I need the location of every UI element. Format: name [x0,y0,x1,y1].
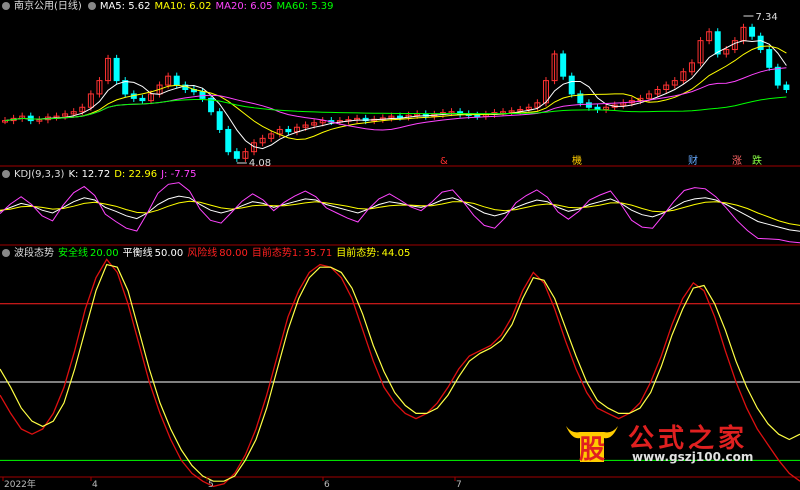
candle-body [233,151,240,159]
candle-body [783,84,790,90]
event-marker: 機 [572,154,582,167]
chart-canvas: 7.34 4.08 & 機 财 涨跌 2022年 4 5 6 7 [0,12,800,490]
risk-label: 风险线 [187,248,218,259]
kdj-title: KDJ(9,3,3) [14,169,65,180]
watermark-logo: 股 公式之家 www.gszj100.com [562,418,792,468]
ma5-line [4,40,787,150]
x-tick-label: 4 [92,480,98,490]
candle-body [568,75,575,95]
kdj-d-label: D: 22.96 [114,169,158,180]
candle-body [474,114,481,118]
candle-body [113,57,120,82]
ma5-label: MA5: 5.62 [99,1,151,12]
ma10-line [4,45,787,141]
candle-body [225,128,232,153]
kdj-k-line [0,195,800,232]
event-marker: & [440,156,448,167]
main-header: 南京公用(日线) MA5: 5.62 MA10: 6.02 MA20: 6.05 MA6… [0,0,338,14]
state1-value: 35.71 [303,248,333,259]
watermark-glyph: 股 [579,435,605,465]
wave-header: 波段态势 安全线 20.00 平衡线 50.00 风险线 80.00 目前态势1: 35.71 目… [0,247,414,261]
candle-body [216,111,223,130]
ma10-label: MA10: 6.02 [154,1,212,12]
safe-label: 安全线 [58,248,88,259]
kdj-j-label: J: -7.75 [161,169,197,180]
balance-label: 平衡线 [122,248,153,259]
candle-body [714,31,721,55]
ma60-line [4,96,787,122]
candle-body [285,128,292,133]
low-price-label: 4.08 [249,158,271,169]
x-tick-label: 6 [324,480,330,490]
x-tick-label: 2022年 [4,478,36,490]
event-marker: 涨 [732,155,742,167]
state-label: 目前态势: [336,248,380,259]
main-title: 南京公用(日线) [14,1,82,12]
x-tick-label: 7 [456,480,462,490]
wave-settings-icon[interactable] [2,249,10,257]
panel-settings-icon[interactable] [87,2,96,10]
candle-body [594,106,601,110]
watermark-url: www.gszj100.com [632,450,754,464]
candle-body [397,115,403,119]
safe-value: 20.00 [90,248,119,259]
risk-value: 80.00 [219,248,248,259]
event-marker: 跌 [752,154,762,167]
candle-body [560,53,567,77]
state-value: 44.05 [381,248,411,259]
balance-value: 50.00 [154,248,184,259]
candle-body [774,66,781,86]
panel-menu-icon[interactable] [2,2,10,10]
wave-title: 波段态势 [14,248,54,259]
ma60-label: MA60: 5.39 [276,1,334,12]
kdj-k-label: K: 12.72 [68,169,111,180]
kdj-header: KDJ(9,3,3) K: 12.72 D: 22.96 J: -7.75 [0,168,200,182]
candle-body [122,80,129,95]
x-tick-label: 5 [208,480,214,490]
state1-label: 目前态势1: [251,248,302,259]
candle-body [139,97,146,102]
candle-body [749,26,756,37]
event-marker: 财 [688,154,698,167]
candle-body [766,49,773,68]
high-price-label: 7.34 [755,12,777,23]
kdj-settings-icon[interactable] [2,170,10,178]
bull-logo-icon: 股 [566,426,618,465]
candle-body [173,75,180,86]
candle-body [585,102,592,108]
ma20-label: MA20: 6.05 [215,1,273,12]
